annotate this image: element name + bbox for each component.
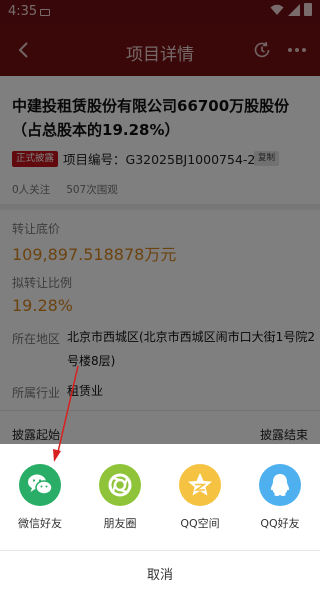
annotation-arrow [53,365,79,462]
